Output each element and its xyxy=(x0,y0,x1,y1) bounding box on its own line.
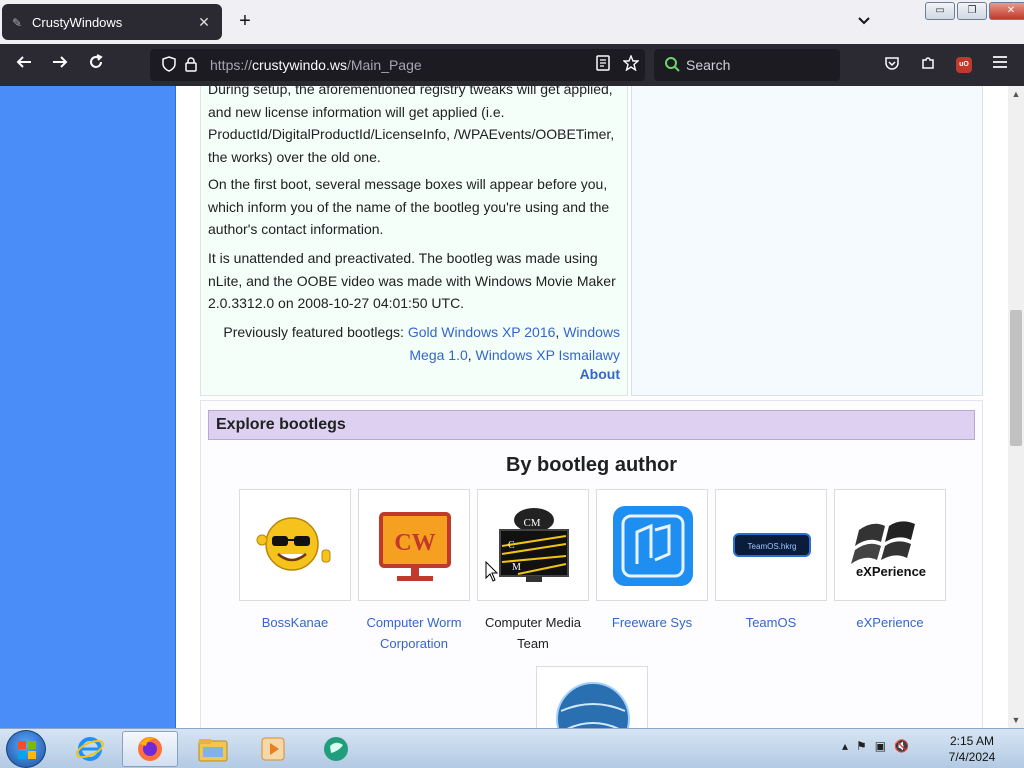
close-window-button[interactable]: ✕ xyxy=(989,2,1024,20)
action-center-flag-icon[interactable]: ⚑ xyxy=(856,739,867,753)
about-link[interactable]: About xyxy=(560,366,620,382)
lock-icon[interactable] xyxy=(180,56,202,75)
section-title: By bootleg author xyxy=(505,454,678,476)
taskbar-internet-explorer[interactable] xyxy=(62,731,118,767)
search-input[interactable]: Search xyxy=(654,49,840,81)
folder-icon xyxy=(198,739,228,762)
previously-featured: Previously featured bootlegs: Gold Windo… xyxy=(223,324,620,363)
author-link-computer-worm[interactable]: Computer Worm Corporation xyxy=(349,612,479,654)
author-card-bosskanae[interactable] xyxy=(239,489,351,601)
cm-logo-text: CM xyxy=(523,517,540,529)
taskbar-clock[interactable]: 2:15 AM 7/4/2024 xyxy=(940,733,1004,765)
cw-logo-text: CW xyxy=(394,530,435,556)
author-link-experience[interactable]: eXPerience xyxy=(825,612,955,633)
page-favicon-icon: ✎ xyxy=(12,16,23,30)
link-gold-windows-xp-2016[interactable]: Gold Windows XP 2016 xyxy=(408,324,556,340)
taskbar-app[interactable] xyxy=(308,731,364,767)
cm-letter-m: M xyxy=(512,562,521,573)
explore-heading: Explore bootlegs xyxy=(208,410,975,440)
internet-explorer-icon xyxy=(76,737,104,761)
back-arrow-icon xyxy=(16,56,31,68)
reload-icon xyxy=(90,54,103,68)
app-green-icon xyxy=(324,737,348,761)
link-windows-xp-ismailawy[interactable]: Windows XP Ismailawy xyxy=(476,347,620,363)
author-card-teamos[interactable]: TeamOS.hkrg xyxy=(715,489,827,601)
tab-title: CrustyWindows xyxy=(32,14,123,30)
page-left-band xyxy=(0,86,176,728)
experience-logo-icon: eXPerience xyxy=(851,521,926,579)
windows-logo-icon xyxy=(18,741,36,759)
menu-hamburger-icon[interactable] xyxy=(990,55,1010,75)
teamos-logo-text: TeamOS.hkrg xyxy=(748,542,797,551)
system-tray: ▴ ⚑ ▣ 🔇 xyxy=(842,739,909,753)
clock-time: 2:15 AM xyxy=(949,734,995,748)
start-button[interactable] xyxy=(6,730,46,768)
back-button[interactable] xyxy=(12,53,36,77)
experience-logo-text: eXPerience xyxy=(856,564,926,579)
restore-button[interactable]: ❐ xyxy=(957,2,987,20)
teamos-logo-icon: TeamOS.hkrg xyxy=(733,533,811,557)
taskbar-media-player[interactable] xyxy=(245,731,301,767)
author-card-computer-worm[interactable]: CW xyxy=(358,489,470,601)
chevron-down-icon xyxy=(858,17,870,25)
article-paragraph: On the first boot, several message boxes… xyxy=(208,176,610,237)
new-tab-button[interactable]: + xyxy=(234,10,256,34)
extensions-icon[interactable] xyxy=(918,55,938,75)
address-bar[interactable]: https://crustywindo.ws/Main_Page xyxy=(150,49,645,81)
show-hidden-icons-arrow-icon[interactable]: ▴ xyxy=(842,739,848,753)
url-text[interactable]: https://crustywindo.ws/Main_Page xyxy=(210,57,589,73)
pocket-icon[interactable] xyxy=(882,55,902,75)
volume-muted-icon[interactable]: 🔇 xyxy=(894,739,909,753)
smiley-sunglasses-icon xyxy=(256,517,331,571)
side-panel-box xyxy=(631,86,983,396)
ublock-origin-icon[interactable]: uO xyxy=(956,57,972,73)
taskbar: ▴ ⚑ ▣ 🔇 2:15 AM 7/4/2024 xyxy=(0,728,1024,768)
author-link-bosskanae[interactable]: BossKanae xyxy=(230,612,360,633)
firefox-icon xyxy=(138,737,162,761)
network-icon[interactable]: ▣ xyxy=(875,739,886,753)
taskbar-file-explorer[interactable] xyxy=(185,731,241,767)
scroll-up-arrow-icon[interactable]: ▲ xyxy=(1008,86,1024,102)
tab-strip: ✎ CrustyWindows ✕ + ▭ ❐ ✕ xyxy=(0,0,1024,44)
scroll-down-arrow-icon[interactable]: ▼ xyxy=(1008,712,1024,728)
forward-arrow-icon xyxy=(53,56,68,68)
clock-date: 7/4/2024 xyxy=(948,750,996,764)
media-player-icon xyxy=(261,737,285,761)
cm-letter-c: C xyxy=(508,540,515,551)
author-link-freeware-sys[interactable]: Freeware Sys xyxy=(587,612,717,633)
shield-icon[interactable] xyxy=(158,55,180,75)
nav-toolbar: https://crustywindo.ws/Main_Page Search … xyxy=(0,44,1024,86)
author-card-computer-media-team[interactable]: CM C M xyxy=(477,489,589,601)
tab-close-icon[interactable]: ✕ xyxy=(196,14,212,31)
taskbar-firefox[interactable] xyxy=(122,731,178,767)
list-all-tabs-button[interactable] xyxy=(853,10,875,34)
author-card-partial[interactable] xyxy=(536,666,648,728)
freeware-sys-logo-icon xyxy=(613,506,693,586)
author-card-freeware-sys[interactable] xyxy=(596,489,708,601)
bookmark-star-icon[interactable] xyxy=(617,54,645,75)
computer-media-team-logo-icon: CM C M xyxy=(499,508,569,582)
minimize-button[interactable]: ▭ xyxy=(925,2,955,20)
author-link-teamos[interactable]: TeamOS xyxy=(706,612,836,633)
author-link-computer-media-team[interactable]: Computer Media Team xyxy=(468,612,598,654)
computer-worm-logo-icon: CW xyxy=(379,512,451,581)
window-controls: ▭ ❐ ✕ xyxy=(925,2,1024,20)
article-paragraph: It is unattended and preactivated. The b… xyxy=(208,250,616,311)
reader-view-icon[interactable] xyxy=(589,55,617,75)
author-card-experience[interactable]: eXPerience xyxy=(834,489,946,601)
globe-logo-icon xyxy=(556,682,630,728)
previously-label: Previously featured bootlegs: xyxy=(223,324,408,340)
article-paragraph: During setup, the aforementioned registr… xyxy=(208,86,615,165)
page-scrollbar[interactable]: ▲ ▼ xyxy=(1008,86,1024,728)
search-placeholder: Search xyxy=(686,57,731,73)
forward-button[interactable] xyxy=(48,53,72,77)
search-engine-icon xyxy=(664,56,680,75)
scrollbar-thumb[interactable] xyxy=(1010,310,1022,446)
mouse-cursor-icon xyxy=(485,561,499,582)
tab-crustywindows[interactable]: ✎ CrustyWindows ✕ xyxy=(2,4,222,40)
reload-button[interactable] xyxy=(84,53,108,77)
page-viewport: During setup, the aforementioned registr… xyxy=(0,86,1008,728)
